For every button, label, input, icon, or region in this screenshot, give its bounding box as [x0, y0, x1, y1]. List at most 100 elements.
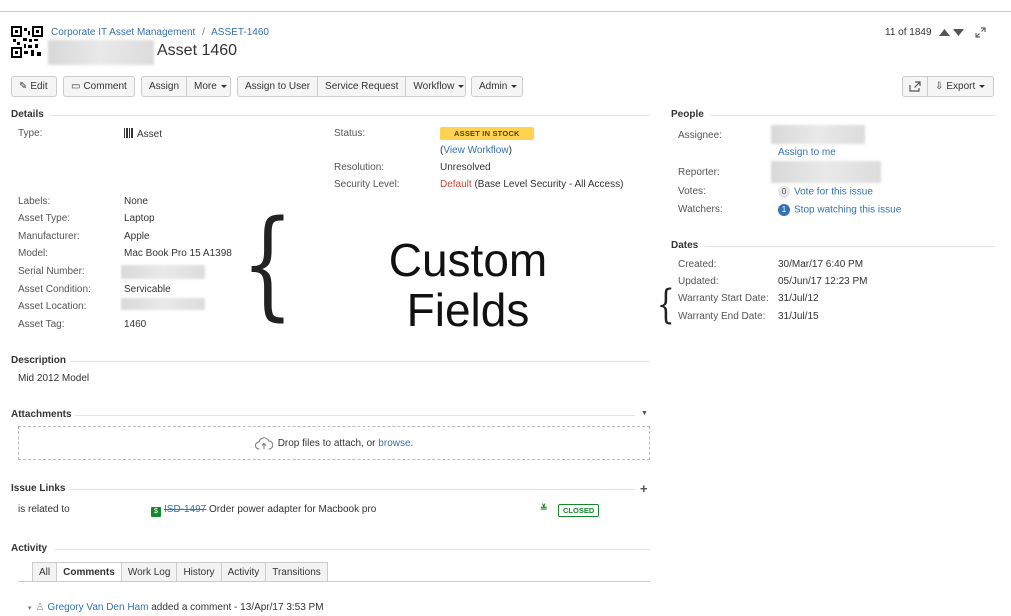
created-value: 30/Mar/17 6:40 PM: [778, 259, 864, 270]
linked-issue-key[interactable]: ISD-1497: [164, 504, 206, 515]
add-link-icon[interactable]: +: [640, 481, 648, 496]
asset-condition-value: Servicable: [124, 284, 171, 295]
activity-rule: [55, 549, 650, 550]
share-export-group: ⇩ Export: [902, 76, 994, 97]
left-brace-annotation: {: [241, 194, 294, 332]
warranty-end-label: Warranty End Date:: [678, 311, 766, 322]
edit-label: Edit: [30, 81, 48, 92]
pencil-icon: ✎: [19, 81, 28, 92]
breadcrumb-separator: /: [202, 27, 205, 38]
vote-link[interactable]: Vote for this issue: [794, 187, 873, 198]
assign-button[interactable]: Assign: [142, 77, 188, 96]
view-workflow-link[interactable]: View Workflow: [443, 145, 508, 156]
assign-to-user-button[interactable]: Assign to User: [238, 77, 319, 96]
activity-tabs: All Comments Work Log History Activity T…: [32, 562, 328, 581]
workflow-button[interactable]: Workflow: [406, 77, 471, 96]
assign-to-user-label: Assign to User: [245, 81, 311, 92]
comment-icon: ▭: [71, 81, 81, 92]
workflow-group: Assign to User Service Request Workflow: [237, 76, 466, 97]
collapse-comment-icon[interactable]: ▾: [28, 605, 32, 612]
asset-type-label: Asset Type:: [18, 213, 71, 224]
manufacturer-label: Manufacturer:: [18, 231, 80, 242]
attachment-dropzone[interactable]: Drop files to attach, or browse.: [18, 426, 650, 460]
redacted-avatar: [48, 40, 154, 65]
warranty-end-value: 31/Jul/15: [778, 311, 819, 322]
votes-value: 0 Vote for this issue: [778, 186, 873, 198]
warranty-start-value: 31/Jul/12: [778, 293, 819, 304]
tab-comments[interactable]: Comments: [56, 562, 122, 581]
view-workflow: (View Workflow): [440, 145, 512, 156]
service-request-type-icon: $: [151, 507, 161, 517]
comment-label: Comment: [83, 81, 127, 92]
comment-author-link[interactable]: Gregory Van Den Ham: [47, 602, 148, 613]
tabs-baseline: [18, 581, 650, 582]
model-value: Mac Book Pro 15 A1398: [124, 248, 232, 259]
watchers-label: Watchers:: [678, 204, 723, 215]
tab-transitions[interactable]: Transitions: [265, 562, 328, 581]
admin-caret-icon: [511, 85, 518, 88]
assign-more-group: Assign More: [141, 76, 231, 97]
linked-issue: $ ISD-1497 Order power adapter for Macboo…: [151, 504, 376, 517]
share-icon: [909, 81, 921, 92]
dates-rule: [705, 246, 995, 247]
type-value: Asset: [124, 128, 162, 140]
custom-fields-annotation: Custom Fields: [370, 235, 566, 335]
asset-condition-label: Asset Condition:: [18, 284, 91, 295]
admin-button[interactable]: Admin: [471, 76, 523, 97]
edit-button[interactable]: ✎ Edit: [11, 76, 57, 97]
reporter-label: Reporter:: [678, 167, 720, 178]
page-title: Asset 1460: [157, 42, 238, 59]
description-text[interactable]: Mid 2012 Model: [18, 373, 89, 384]
tab-history[interactable]: History: [176, 562, 222, 581]
tab-activity[interactable]: Activity: [220, 562, 267, 581]
expand-icon[interactable]: [975, 27, 986, 38]
linked-status-badge: CLOSED: [558, 504, 600, 517]
status-label: Status:: [334, 128, 366, 139]
details-heading: Details: [11, 109, 44, 120]
priority-lowest-icon: ≚: [540, 503, 548, 513]
more-button[interactable]: More: [187, 77, 234, 96]
updated-value: 05/Jun/17 12:23 PM: [778, 276, 868, 287]
tab-all[interactable]: All: [32, 562, 58, 581]
browse-link[interactable]: browse.: [378, 438, 413, 449]
type-text: Asset: [137, 129, 163, 140]
model-label: Model:: [18, 248, 49, 259]
comment-button[interactable]: ▭ Comment: [63, 76, 135, 97]
top-border: [0, 11, 1011, 12]
export-label: Export: [946, 81, 976, 92]
linked-issue-summary[interactable]: Order power adapter for Macbook pro: [209, 504, 376, 515]
manufacturer-value: Apple: [124, 231, 150, 242]
cloud-upload-icon: [254, 436, 273, 449]
stop-watching-link[interactable]: Stop watching this issue: [794, 205, 901, 216]
votes-label: Votes:: [678, 186, 706, 197]
assign-label: Assign: [149, 81, 180, 92]
breadcrumb: Corporate IT Asset Management / ASSET-14…: [51, 27, 269, 38]
export-icon: ⇩: [935, 81, 944, 92]
service-request-label: Service Request: [325, 81, 399, 92]
watchers-value: 1 Stop watching this issue: [778, 204, 901, 216]
assign-to-me-link[interactable]: Assign to me: [778, 147, 836, 158]
redacted-assignee: [771, 125, 865, 144]
previous-issue-icon[interactable]: [939, 29, 950, 37]
share-button[interactable]: [903, 77, 928, 96]
tab-work-log[interactable]: Work Log: [120, 562, 178, 581]
security-level-value: Default (Base Level Security - All Acces…: [440, 179, 623, 190]
breadcrumb-issue-link[interactable]: ASSET-1460: [211, 27, 269, 38]
export-button[interactable]: ⇩ Export: [928, 77, 992, 96]
resolution-label: Resolution:: [334, 162, 385, 173]
resolution-value: Unresolved: [440, 162, 491, 173]
redacted-asset-location: [121, 298, 205, 310]
status-badge: ASSET IN STOCK: [440, 127, 534, 140]
people-heading: People: [671, 109, 704, 120]
watchers-count-badge: 1: [778, 204, 790, 216]
next-issue-icon[interactable]: [953, 29, 964, 37]
assignee-label: Assignee:: [678, 130, 722, 141]
asset-location-label: Asset Location:: [18, 301, 87, 312]
dates-heading: Dates: [671, 240, 699, 251]
attachments-options-icon[interactable]: ▼: [641, 410, 648, 417]
service-request-button[interactable]: Service Request: [318, 77, 407, 96]
barcode-icon: [124, 128, 134, 138]
more-caret-icon: [220, 85, 227, 88]
breadcrumb-project-link[interactable]: Corporate IT Asset Management: [51, 27, 195, 38]
link-relation: is related to: [18, 504, 70, 515]
